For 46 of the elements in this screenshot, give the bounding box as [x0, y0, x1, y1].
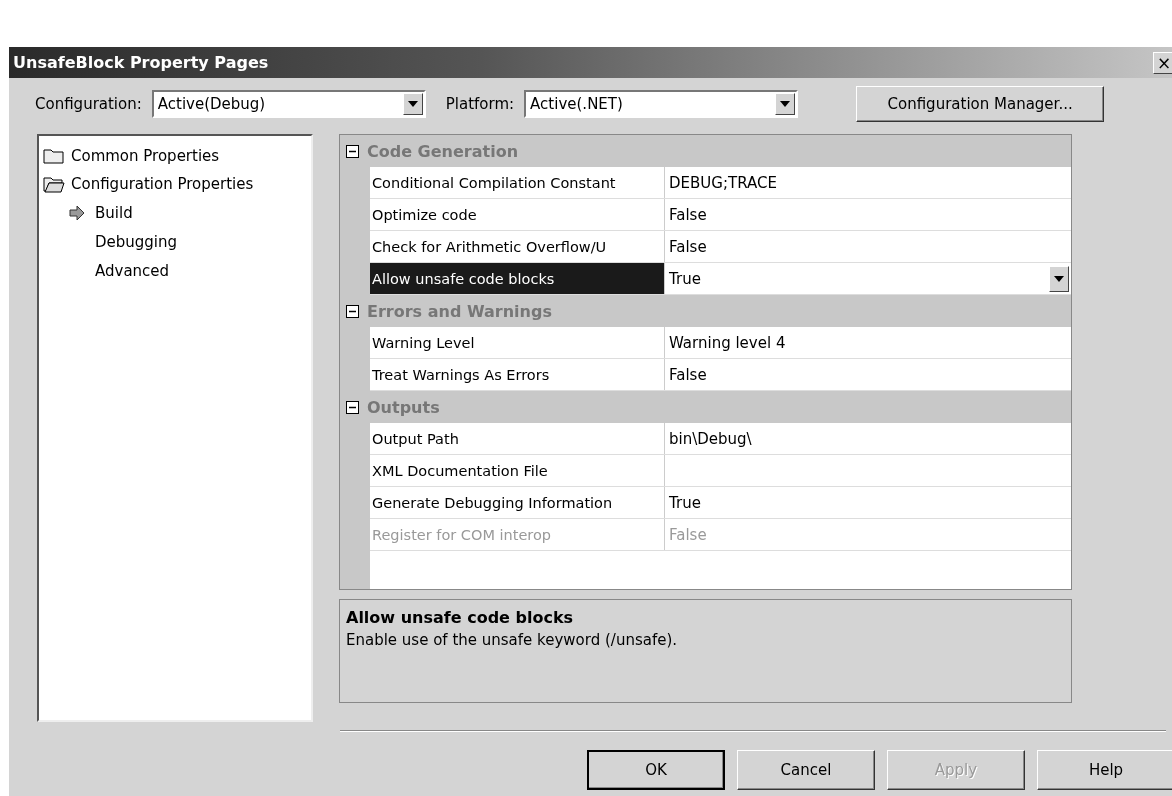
collapse-icon[interactable] [346, 400, 359, 414]
tree-item[interactable]: Build [39, 198, 311, 227]
dropdown-button[interactable] [402, 93, 423, 115]
configuration-manager-button[interactable]: Configuration Manager... [856, 86, 1105, 122]
dropdown-button[interactable] [1049, 265, 1069, 292]
property-name[interactable]: Check for Arithmetic Overflow/U [370, 231, 665, 262]
window-title: UnsafeBlock Property Pages [13, 53, 270, 72]
configuration-dropdown[interactable]: Active(Debug) [151, 90, 426, 118]
property-name[interactable]: Warning Level [370, 327, 665, 358]
tree-item[interactable]: Advanced [39, 256, 311, 285]
tree-item[interactable]: Debugging [39, 227, 311, 256]
dialog-button[interactable]: Help [1037, 750, 1172, 790]
description-text: Enable use of the unsafe keyword (/unsafe). [346, 631, 678, 649]
tree-item[interactable]: Configuration Properties [39, 170, 311, 198]
property-value[interactable]: bin\Debug\ [665, 423, 1071, 454]
caret-icon [1054, 275, 1064, 282]
property-name[interactable]: Output Path [370, 423, 665, 454]
configuration-label: Configuration: [35, 95, 142, 113]
property-name[interactable]: Optimize code [370, 199, 665, 230]
category-header: Code Generation [367, 141, 519, 161]
category-header: Outputs [367, 397, 440, 417]
property-value[interactable]: False [665, 359, 1071, 390]
caret-icon [407, 101, 418, 107]
property-name[interactable]: Allow unsafe code blocks [370, 263, 665, 294]
tree-item[interactable]: Common Properties [39, 142, 311, 170]
property-value[interactable]: Warning level 4 [665, 327, 1071, 358]
property-value[interactable]: False [665, 231, 1071, 262]
property-name[interactable]: XML Documentation File [370, 455, 665, 486]
dropdown-button[interactable] [775, 93, 796, 115]
platform-label: Platform: [445, 95, 515, 113]
property-value[interactable]: DEBUG;TRACE [665, 167, 1071, 198]
category-header: Errors and Warnings [367, 301, 552, 321]
collapse-icon[interactable] [346, 304, 359, 318]
caret-icon [780, 101, 791, 107]
property-name[interactable]: Conditional Compilation Constant [370, 167, 665, 198]
description-title: Allow unsafe code blocks [346, 608, 574, 627]
dialog-button[interactable]: Cancel [737, 750, 875, 790]
property-value[interactable]: True [665, 487, 1071, 518]
property-value[interactable]: False [665, 199, 1071, 230]
collapse-icon[interactable] [346, 144, 359, 158]
dialog-button[interactable]: OK [587, 750, 725, 790]
property-name[interactable]: Generate Debugging Information [370, 487, 665, 518]
close-button[interactable]: × [1153, 51, 1172, 74]
property-value[interactable]: True [665, 263, 1049, 294]
property-name[interactable]: Treat Warnings As Errors [370, 359, 665, 390]
platform-dropdown[interactable]: Active(.NET) [524, 90, 799, 118]
